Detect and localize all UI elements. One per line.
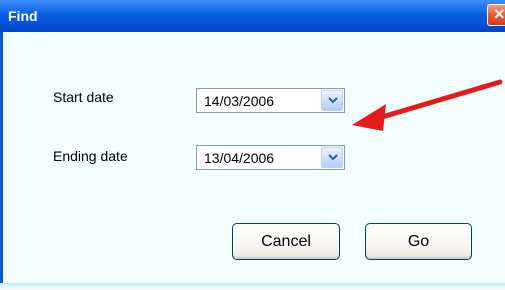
arrow-shaft-icon <box>379 79 503 120</box>
ending-date-label: Ending date <box>53 148 128 164</box>
go-button[interactable]: Go <box>365 223 472 260</box>
start-date-select[interactable]: 14/03/2006 <box>196 88 345 113</box>
window-bottom-border <box>0 283 505 290</box>
title-bar: Find × <box>0 0 505 32</box>
start-date-label: Start date <box>53 89 114 105</box>
start-date-value: 14/03/2006 <box>204 93 275 109</box>
close-icon: × <box>494 4 505 24</box>
chevron-down-icon <box>328 154 338 161</box>
window-left-border <box>0 32 3 290</box>
ending-date-value: 13/04/2006 <box>204 150 275 166</box>
cancel-button[interactable]: Cancel <box>232 223 340 260</box>
window-title: Find <box>8 8 38 24</box>
ending-date-select[interactable]: 13/04/2006 <box>196 145 345 170</box>
chevron-down-icon <box>328 97 338 104</box>
start-date-dropdown-button[interactable] <box>321 90 343 111</box>
close-button[interactable]: × <box>487 4 505 26</box>
find-dialog: Find × Start date 14/03/2006 Ending date… <box>0 0 505 290</box>
arrow-head-icon <box>352 104 386 131</box>
ending-date-dropdown-button[interactable] <box>321 147 343 168</box>
